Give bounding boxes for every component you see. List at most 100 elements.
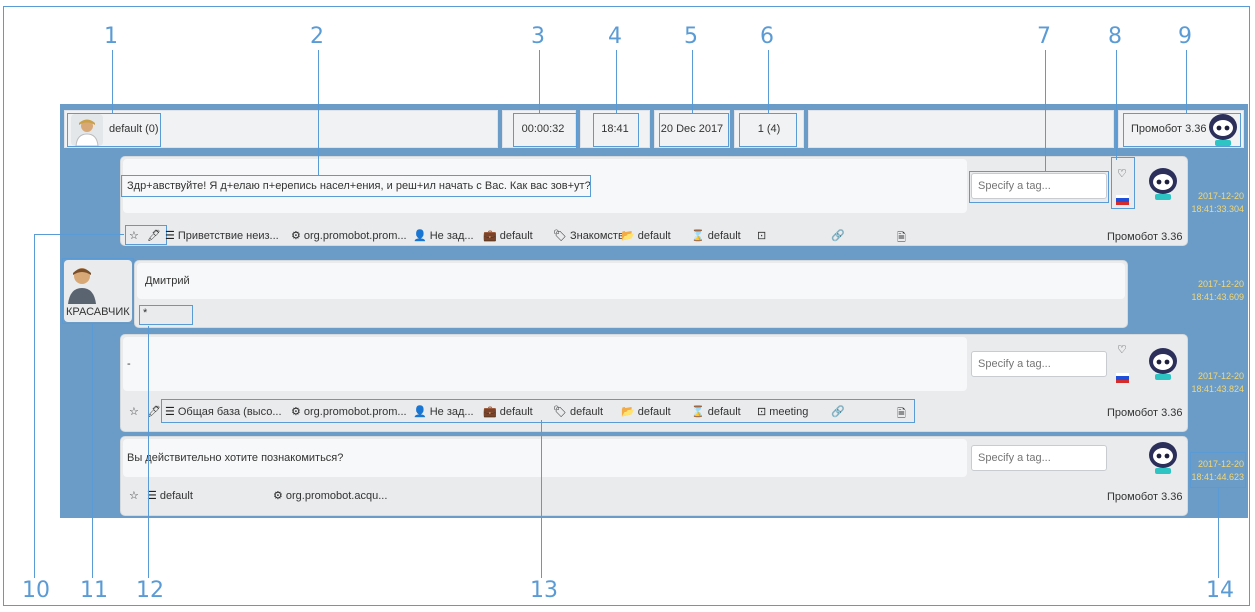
russian-flag-icon[interactable] bbox=[1116, 373, 1129, 383]
star-icon[interactable]: ☆ bbox=[129, 489, 139, 502]
leader-line-1 bbox=[112, 50, 113, 114]
folder-icon: 📂 bbox=[621, 230, 635, 242]
user-label: default (0) bbox=[109, 123, 159, 135]
user-icon: 👤 bbox=[413, 230, 427, 242]
tag-button[interactable]: 🏷 default bbox=[553, 405, 603, 419]
meeting-button[interactable]: ⊡ meeting bbox=[757, 405, 808, 419]
timestamp-4: 2017-12-20 18:41:44.623 bbox=[1184, 458, 1244, 484]
briefcase-icon: 💼 bbox=[483, 230, 497, 242]
category-label: default bbox=[159, 489, 193, 502]
link-icon[interactable]: 🔗 bbox=[831, 405, 845, 418]
category-button[interactable]: ☰ default bbox=[147, 489, 193, 503]
leader-line-2 bbox=[318, 50, 319, 175]
timestamp-date: 2017-12-20 bbox=[1197, 191, 1244, 201]
message-text: - bbox=[127, 358, 131, 370]
robot-avatar-icon bbox=[1147, 441, 1179, 480]
bag-label: default bbox=[499, 405, 533, 418]
leader-line-4 bbox=[616, 50, 617, 114]
timer-label: default bbox=[707, 405, 741, 418]
timestamp-time: 18:41:43.609 bbox=[1191, 292, 1244, 302]
tag-button[interactable]: 🏷 Знакомств bbox=[553, 229, 624, 243]
folder-button[interactable]: 📂 default bbox=[621, 405, 671, 419]
callout-10: 10 bbox=[22, 578, 50, 603]
link-icon[interactable]: 🔗 bbox=[831, 229, 845, 242]
leader-line-9 bbox=[1186, 50, 1187, 114]
star-icon[interactable]: ☆ bbox=[129, 229, 139, 242]
callout-14: 14 bbox=[1206, 578, 1234, 603]
user-name: Дмитрий bbox=[145, 275, 190, 287]
user-avatar-icon: КРАСАВЧИК bbox=[64, 260, 132, 322]
message-author: Промобот 3.36 bbox=[1107, 407, 1183, 419]
session-timer: 00:00:32 bbox=[521, 123, 565, 135]
leader-line-14 bbox=[1218, 488, 1219, 578]
folder-button[interactable]: 📂 default bbox=[621, 229, 671, 243]
circle-dot-icon[interactable]: ⊡ bbox=[757, 229, 766, 242]
category-button[interactable]: ☰ Приветствие неиз... bbox=[165, 229, 279, 243]
pencil-icon[interactable]: 🖊 bbox=[147, 405, 161, 418]
tag-input[interactable] bbox=[971, 351, 1107, 377]
heart-icon[interactable]: ♡ bbox=[1117, 343, 1127, 356]
leader-line-8 bbox=[1116, 50, 1117, 160]
timestamp-date: 2017-12-20 bbox=[1197, 371, 1244, 381]
leader-line-12 bbox=[148, 326, 149, 578]
callout-2: 2 bbox=[310, 24, 324, 49]
user-nickname: КРАСАВЧИК bbox=[66, 306, 130, 318]
plugin-label: org.promobot.prom... bbox=[303, 229, 407, 242]
callout-box-2 bbox=[121, 175, 591, 197]
timestamp-time: 18:41:33.304 bbox=[1191, 204, 1244, 214]
plugin-button[interactable]: ⚙ org.promobot.acqu... bbox=[273, 489, 387, 503]
plugin-button[interactable]: ⚙ org.promobot.prom... bbox=[291, 229, 407, 243]
user-cell[interactable]: default (0) bbox=[64, 110, 498, 148]
callout-6: 6 bbox=[760, 24, 774, 49]
tag-label: Знакомств bbox=[569, 229, 624, 242]
person-button[interactable]: 👤 Не зад... bbox=[413, 405, 474, 419]
time-cell: 18:41 bbox=[580, 110, 650, 148]
user-avatar-icon bbox=[71, 114, 103, 146]
plugin-label: org.promobot.prom... bbox=[303, 405, 407, 418]
timestamp-date: 2017-12-20 bbox=[1197, 279, 1244, 289]
timestamp-date: 2017-12-20 bbox=[1197, 459, 1244, 469]
callout-box-5 bbox=[659, 113, 729, 147]
bag-button[interactable]: 💼 default bbox=[483, 405, 533, 419]
timer-button[interactable]: ⌛ default bbox=[691, 405, 741, 419]
list-icon: ☰ bbox=[165, 230, 175, 242]
timestamp-1: 2017-12-20 18:41:33.304 bbox=[1184, 190, 1244, 216]
plugin-button[interactable]: ⚙ org.promobot.prom... bbox=[291, 405, 407, 419]
leader-line-6 bbox=[768, 50, 769, 114]
user-message-card: Дмитрий * bbox=[134, 260, 1128, 328]
topbar-spacer bbox=[808, 110, 1114, 148]
timer-button[interactable]: ⌛ default bbox=[691, 229, 741, 243]
message-text-box: - bbox=[123, 337, 967, 391]
callout-3: 3 bbox=[531, 24, 545, 49]
callout-1: 1 bbox=[104, 24, 118, 49]
message-text: Вы действительно хотите познакомиться? bbox=[127, 452, 344, 464]
callout-box-7 bbox=[969, 171, 1109, 203]
bot-message-card-2: - ♡ ☆ 🖊 ☰Общая база (высо... ⚙org.promob… bbox=[120, 334, 1188, 432]
bag-button[interactable]: 💼 default bbox=[483, 229, 533, 243]
counter-cell: 1 (4) bbox=[734, 110, 804, 148]
robot-avatar-icon bbox=[1207, 113, 1239, 150]
leader-line-7 bbox=[1045, 50, 1046, 172]
callout-12: 12 bbox=[136, 578, 164, 603]
category-label: Общая база (высо... bbox=[177, 405, 282, 418]
tag-input[interactable] bbox=[971, 445, 1107, 471]
callout-box-8 bbox=[1111, 157, 1135, 209]
gear-icon: ⚙ bbox=[291, 406, 301, 418]
person-button[interactable]: 👤 Не зад... bbox=[413, 229, 474, 243]
file-icon[interactable]: 🗎 bbox=[897, 405, 906, 424]
bot-cell[interactable]: Промобот 3.36 bbox=[1118, 110, 1244, 148]
timestamp-3: 2017-12-20 18:41:43.824 bbox=[1184, 370, 1244, 396]
pencil-icon[interactable]: 🖊 bbox=[147, 229, 161, 242]
tag-label: default bbox=[569, 405, 603, 418]
timer-label: default bbox=[707, 229, 741, 242]
file-icon[interactable]: 🗎 bbox=[897, 229, 906, 248]
user-icon: 👤 bbox=[413, 406, 427, 418]
folder-label: default bbox=[637, 229, 671, 242]
category-button[interactable]: ☰ Общая база (высо... bbox=[165, 405, 282, 419]
person-label: Не зад... bbox=[429, 405, 474, 418]
star-icon[interactable]: ☆ bbox=[129, 405, 139, 418]
gear-icon: ⚙ bbox=[273, 490, 283, 502]
timestamp-time: 18:41:44.623 bbox=[1191, 472, 1244, 482]
message-author: Промобот 3.36 bbox=[1107, 491, 1183, 503]
bot-message-card-3: Вы действительно хотите познакомиться? ☆… bbox=[120, 436, 1188, 516]
